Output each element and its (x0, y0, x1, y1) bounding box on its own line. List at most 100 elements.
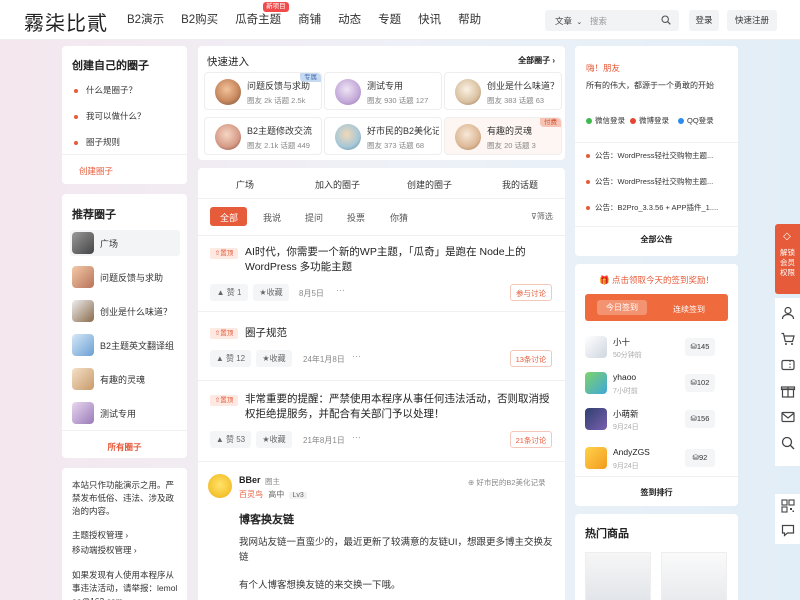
like-button[interactable]: ▲ 赞 1 (210, 284, 248, 301)
login-button[interactable]: 登录 (689, 10, 719, 31)
quick-item-test[interactable]: 测试专用 圈友 930 话题 127 (324, 72, 442, 110)
cart-icon[interactable] (780, 331, 796, 347)
search-input[interactable] (590, 12, 660, 29)
author-avatar[interactable] (208, 474, 232, 498)
search-type-select[interactable]: 文章 ⌄ (555, 15, 582, 27)
ticket-icon[interactable] (780, 357, 796, 373)
search-icon[interactable] (661, 15, 671, 25)
tab-joined-circles[interactable]: 加入的圈子 (315, 178, 360, 191)
bullet-dot (586, 180, 590, 185)
nav-item-flash[interactable]: 快讯 (418, 0, 441, 40)
menu-item-circle-rules[interactable]: 圈子规则 (74, 136, 120, 148)
all-circles-link[interactable]: 全部圈子 › (518, 55, 555, 66)
more-options-icon[interactable]: ··· (352, 432, 361, 442)
recommend-item-interesting-soul[interactable]: 有趣的灵魂 (70, 366, 180, 392)
nav-item-guaqi-theme[interactable]: 瓜奇主题 新项目 (235, 0, 289, 40)
author-name[interactable]: BBer (239, 475, 261, 485)
favorite-button[interactable]: ★收藏 (256, 431, 292, 448)
post-title[interactable]: 非常重要的提醒：严禁使用本程序从事任何违法活动，否则取消授权拒绝提服务，并配合有… (245, 392, 555, 422)
chat-icon[interactable] (780, 522, 796, 538)
product-thumbnail[interactable] (661, 552, 727, 600)
quick-item-feedback[interactable]: 问题反馈与求助 圈友 2k 话题 2.5k 专属 (204, 72, 322, 110)
user-name: yhaoo (613, 372, 637, 382)
quick-item-interesting-soul[interactable]: 有趣的灵魂 圈友 20 话题 3 付费 (444, 117, 562, 155)
quick-item-b2-beautify[interactable]: 好市民的B2美化记录 圈友 373 话题 68 (324, 117, 442, 155)
like-button[interactable]: ▲ 赞 53 (210, 431, 251, 448)
nav-item-shop[interactable]: 商铺 (298, 0, 321, 40)
create-circle-card: 创建自己的圈子 什么是圈子？ 我可以做什么？ 圈子规则 创建圈子 (62, 46, 187, 184)
tab-my-topics[interactable]: 我的话题 (502, 178, 538, 191)
nav-item-b2-buy[interactable]: B2购买 (181, 0, 218, 40)
gift-icon[interactable] (780, 383, 796, 399)
circle-name: 测试专用 (367, 81, 404, 91)
more-options-icon[interactable]: ··· (336, 285, 345, 295)
nav-item-help[interactable]: 帮助 (458, 0, 481, 40)
tab-created-circles[interactable]: 创建的圈子 (407, 178, 452, 191)
create-circle-link[interactable]: 创建圈子 (79, 165, 113, 177)
recommend-item-square[interactable]: 广场 (70, 230, 180, 256)
mobile-license-link[interactable]: 移动端授权管理 › (72, 544, 137, 556)
menu-item-what-is-circle[interactable]: 什么是圈子？ (74, 84, 137, 96)
join-discussion-button[interactable]: 参与讨论 (510, 284, 552, 301)
check-in-reward-link[interactable]: 🎁 点击领取今天的签到奖励！ (575, 274, 738, 286)
register-button[interactable]: 快速注册 (727, 10, 777, 31)
like-count: 赞 1 (226, 288, 242, 297)
subtab-say[interactable]: 我说 (263, 211, 281, 224)
ranking-row[interactable]: yhaoo 7小时前 ⛁102 (585, 370, 727, 398)
recommend-label: 广场 (100, 239, 119, 249)
quick-item-b2-theme[interactable]: B2主题修改交流 圈友 2.1k 话题 449 (204, 117, 322, 155)
tab-square[interactable]: 广场 (236, 178, 254, 191)
all-circles-link[interactable]: 所有圈子 (62, 441, 187, 453)
ranking-row[interactable]: 小萌新 9月24日 ⛁156 (585, 406, 727, 434)
ranking-row[interactable]: 小十 50分钟前 ⛁145 (585, 334, 727, 362)
source-circle-link[interactable]: ⊕ 好市民的B2美化记录 (468, 477, 546, 488)
post-title[interactable]: 圈子规范 (245, 326, 287, 341)
nav-item-b2-demo[interactable]: B2演示 (127, 0, 164, 40)
notice-item[interactable]: 公告：B2Pro_3.3.56 + APP插件_1.... (586, 202, 726, 213)
nav-item-topics[interactable]: 专题 (378, 0, 401, 40)
notice-item[interactable]: 公告：WordPress轻社交购物主题... (586, 176, 726, 187)
filter-button[interactable]: ⊽筛选 (531, 211, 553, 222)
feed-post-title[interactable]: 博客换友链 (239, 511, 294, 527)
qq-login-button[interactable]: QQ登录 (678, 115, 714, 126)
today-check-in-button[interactable]: 今日签到 (597, 300, 647, 315)
subtab-vote[interactable]: 投票 (347, 211, 365, 224)
wechat-login-button[interactable]: 微信登录 (586, 115, 625, 126)
post-title[interactable]: AI时代，你需要一个新的WP主题，「瓜奇」是跑在 Node上的 WordPres… (245, 245, 555, 275)
subtab-question[interactable]: 提问 (305, 211, 323, 224)
more-options-icon[interactable]: ··· (352, 351, 361, 361)
discussion-count-button[interactable]: 21条讨论 (510, 431, 552, 448)
favorite-button[interactable]: ★收藏 (253, 284, 289, 301)
weibo-login-button[interactable]: 微博登录 (630, 115, 669, 126)
qr-code-icon[interactable] (780, 498, 796, 514)
subtab-guess[interactable]: 你猜 (390, 211, 408, 224)
recommend-item-feedback[interactable]: 问题反馈与求助 (70, 264, 180, 290)
check-in-ranking-link[interactable]: 签到排行 (575, 487, 738, 498)
theme-license-link[interactable]: 主题授权管理 › (72, 529, 128, 541)
nav-item-news[interactable]: 动态 (338, 0, 361, 40)
member-promo-button[interactable]: ◇ 解锁会员权限 (775, 224, 800, 294)
check-in-time: 50分钟前 (613, 352, 642, 359)
continuous-check-in-tab[interactable]: 连续签到 (673, 304, 705, 315)
recommend-item-translation[interactable]: B2主题英文翻译组 (70, 332, 180, 358)
thumb-up-icon: ▲ (216, 288, 225, 297)
quick-item-startup[interactable]: 创业是什么味道？ 圈友 383 话题 63 (444, 72, 562, 110)
notice-item[interactable]: 公告：WordPress轻社交购物主题... (586, 150, 726, 161)
site-logo[interactable]: 霧柒比貳 (24, 7, 108, 36)
circle-avatar (72, 402, 94, 424)
favorite-button[interactable]: ★收藏 (256, 350, 292, 367)
recommend-item-test[interactable]: 测试专用 (70, 400, 180, 426)
recommend-item-startup[interactable]: 创业是什么味道？ (70, 298, 180, 324)
user-icon[interactable] (780, 305, 796, 321)
menu-item-what-can-i-do[interactable]: 我可以做什么？ (74, 110, 146, 122)
ranking-row[interactable]: AndyZGS 9月24日 ⛁92 (585, 445, 727, 473)
circle-avatar (72, 266, 94, 288)
like-button[interactable]: ▲ 赞 12 (210, 350, 251, 367)
search-icon[interactable] (780, 435, 796, 451)
all-notices-link[interactable]: 全部公告 (575, 234, 738, 245)
filter-label: 筛选 (536, 212, 553, 221)
product-thumbnail[interactable] (585, 552, 651, 600)
user-name: 小萌新 (613, 409, 639, 419)
discussion-count-button[interactable]: 13条讨论 (510, 350, 552, 367)
mail-icon[interactable] (780, 409, 796, 425)
